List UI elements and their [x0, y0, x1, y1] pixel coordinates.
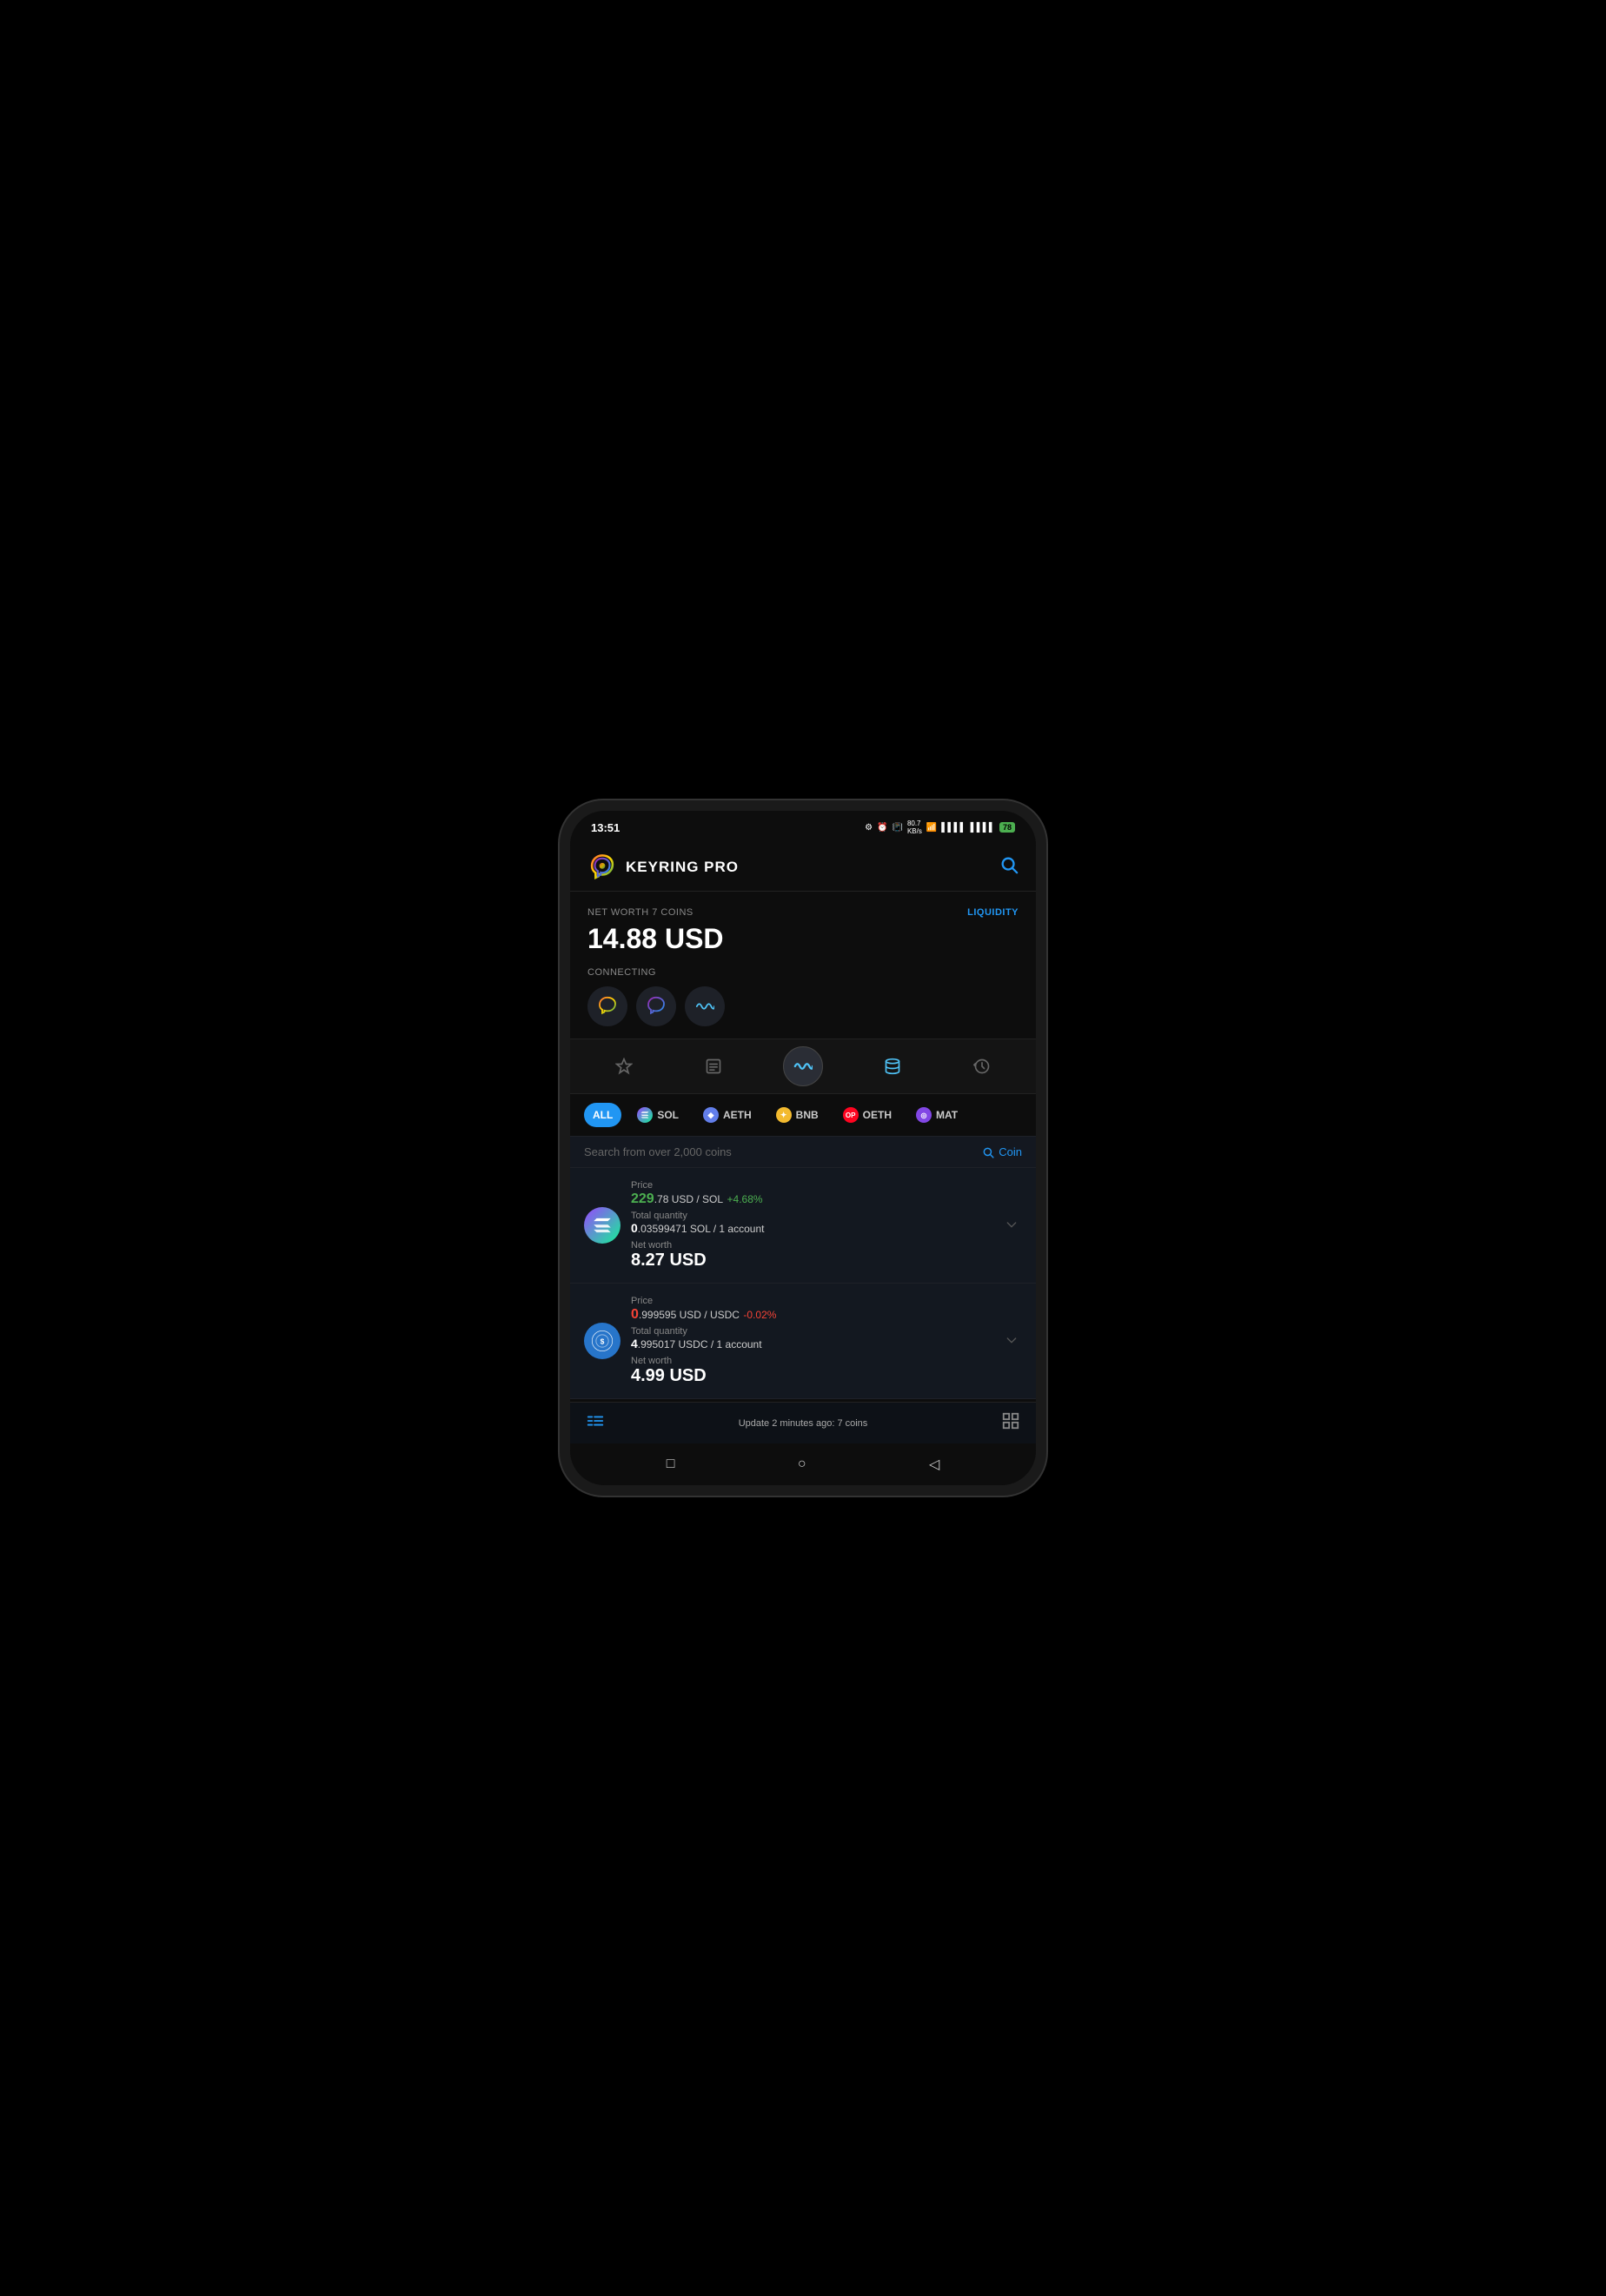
tab-pin[interactable] [604, 1046, 644, 1086]
sol-net-worth-value: 8.27 USD [631, 1251, 991, 1271]
tab-history[interactable] [962, 1046, 1002, 1086]
wallet-icon-2[interactable] [636, 986, 676, 1026]
bottom-update-text: Update 2 minutes ago: 7 coins [739, 1418, 868, 1429]
usdc-price-row: 0.999595 USD / USDC -0.02% [631, 1307, 991, 1323]
usdc-qty-decimals: .995017 USDC / 1 account [638, 1338, 762, 1350]
sol-expand-button[interactable] [1001, 1214, 1022, 1238]
sol-qty-main: 0 [631, 1221, 638, 1235]
sol-label: SOL [657, 1109, 679, 1121]
sol-price-label: Price [631, 1180, 991, 1191]
usdc-coin-logo: $ [584, 1323, 620, 1359]
usdc-price-decimals: .999595 USD / USDC [639, 1309, 740, 1321]
chain-all-label: ALL [593, 1109, 613, 1121]
status-icons: ⚙ ⏰ 📳 80.7KB/s 📶 ▌▌▌▌ ▌▌▌▌ 78 [865, 820, 1015, 835]
app-logo-icon [587, 853, 617, 882]
tab-database[interactable] [873, 1046, 912, 1086]
status-time: 13:51 [591, 821, 620, 834]
sol-qty-row: 0.03599471 SOL / 1 account [631, 1221, 991, 1237]
sol-price-decimals: .78 USD / SOL [654, 1193, 723, 1205]
usdc-price-change: -0.02% [743, 1309, 776, 1321]
app-header: KEYRING PRO [570, 840, 1036, 891]
net-worth-label: NET WORTH 7 COINS [587, 907, 694, 918]
chain-filter-row: ALL SOL ◆ AETH [570, 1094, 1036, 1136]
sol-icon [637, 1107, 653, 1123]
mat-icon: ◎ [916, 1107, 932, 1123]
net-worth-header: NET WORTH 7 COINS LIQUIDITY [587, 907, 1019, 918]
chain-filter-mat[interactable]: ◎ MAT [907, 1103, 966, 1127]
bluetooth-icon: ⚙ [865, 823, 873, 833]
app-title: KEYRING PRO [626, 859, 739, 876]
nav-back-button[interactable]: ◁ [915, 1452, 953, 1476]
data-speed-icon: 80.7KB/s [907, 820, 922, 835]
alarm-icon: ⏰ [877, 823, 887, 833]
usdc-price-main: 0 [631, 1307, 639, 1322]
wallet-icon-1[interactable] [587, 986, 627, 1026]
chain-filter-aeth[interactable]: ◆ AETH [694, 1103, 760, 1127]
usdc-qty-label: Total quantity [631, 1326, 991, 1337]
connecting-label: CONNECTING [587, 967, 1019, 978]
sol-coin-info: Price 229.78 USD / SOL +4.68% Total quan… [631, 1180, 991, 1271]
status-bar: 13:51 ⚙ ⏰ 📳 80.7KB/s 📶 ▌▌▌▌ ▌▌▌▌ 78 [570, 811, 1036, 840]
usdc-coin-info: Price 0.999595 USD / USDC -0.02% Total q… [631, 1296, 991, 1386]
app-logo: KEYRING PRO [587, 853, 739, 882]
usdc-qty-row: 4.995017 USDC / 1 account [631, 1337, 991, 1352]
sol-price-main: 229 [631, 1191, 654, 1206]
coin-card-usdc: $ Price 0.999595 USD / USDC -0.02% Total… [570, 1284, 1036, 1399]
coin-card-sol: Price 229.78 USD / SOL +4.68% Total quan… [570, 1168, 1036, 1284]
oeth-icon: OP [843, 1107, 859, 1123]
bnb-label: BNB [796, 1109, 819, 1121]
nav-tabs [570, 1039, 1036, 1094]
wifi-icon: 📶 [926, 823, 937, 833]
bnb-icon: ✦ [776, 1107, 792, 1123]
signal1-icon: ▌▌▌▌ [941, 823, 966, 833]
aeth-icon: ◆ [703, 1107, 719, 1123]
android-navigation: □ ○ ◁ [570, 1443, 1036, 1485]
liquidity-button[interactable]: LIQUIDITY [967, 907, 1019, 918]
bottom-grid-button[interactable] [1001, 1411, 1020, 1435]
wallet-icon-3[interactable] [685, 986, 725, 1026]
wallet-icons-row [587, 986, 1019, 1026]
search-placeholder-text: Search from over 2,000 coins [584, 1145, 732, 1158]
mat-label: MAT [936, 1109, 958, 1121]
nav-home-button[interactable]: ○ [784, 1453, 820, 1476]
sol-qty-decimals: .03599471 SOL / 1 account [638, 1223, 765, 1235]
signal2-icon: ▌▌▌▌ [971, 823, 995, 833]
search-coin-button[interactable]: Coin [982, 1145, 1022, 1158]
tab-wave[interactable] [783, 1046, 823, 1086]
nav-recent-button[interactable]: □ [653, 1453, 689, 1476]
chain-filter-all[interactable]: ALL [584, 1103, 621, 1127]
sol-price-row: 229.78 USD / SOL +4.68% [631, 1191, 991, 1207]
vibrate-icon: 📳 [892, 823, 902, 833]
sol-price-change: +4.68% [727, 1193, 763, 1205]
tab-list[interactable] [694, 1046, 733, 1086]
usdc-price-label: Price [631, 1296, 991, 1306]
usdc-net-worth-label: Net worth [631, 1356, 991, 1366]
sol-net-worth-label: Net worth [631, 1240, 991, 1251]
chain-filter-oeth[interactable]: OP OETH [834, 1103, 900, 1127]
aeth-label: AETH [723, 1109, 752, 1121]
main-scroll: KEYRING PRO NET WORTH 7 COINS LIQUIDITY … [570, 840, 1036, 1402]
usdc-expand-button[interactable] [1001, 1330, 1022, 1353]
search-coin-label: Coin [999, 1145, 1022, 1158]
net-worth-section: NET WORTH 7 COINS LIQUIDITY 14.88 USD CO… [570, 892, 1036, 1039]
bottom-bar: Update 2 minutes ago: 7 coins [570, 1402, 1036, 1443]
sol-coin-logo [584, 1207, 620, 1244]
chain-filter-bnb[interactable]: ✦ BNB [767, 1103, 827, 1127]
chain-filter-sol[interactable]: SOL [628, 1103, 687, 1127]
usdc-qty-main: 4 [631, 1337, 638, 1350]
svg-text:$: $ [601, 1337, 605, 1345]
usdc-net-worth-value: 4.99 USD [631, 1366, 991, 1386]
header-search-button[interactable] [999, 855, 1019, 879]
net-worth-value: 14.88 USD [587, 923, 1019, 955]
search-bar[interactable]: Search from over 2,000 coins Coin [570, 1136, 1036, 1168]
battery-icon: 78 [999, 822, 1015, 833]
oeth-label: OETH [863, 1109, 892, 1121]
sol-qty-label: Total quantity [631, 1211, 991, 1221]
bottom-list-icon[interactable] [586, 1411, 605, 1435]
